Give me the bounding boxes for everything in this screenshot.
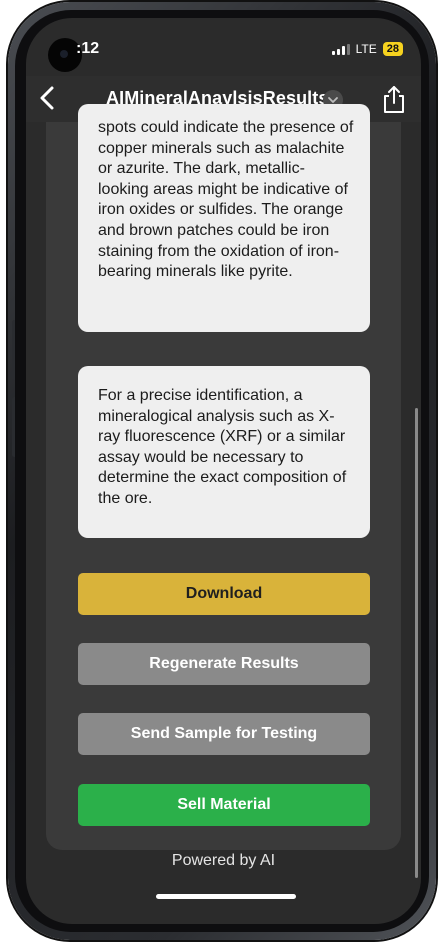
result-card: For a precise identification, a mineralo… [78,366,370,538]
send-sample-button[interactable]: Send Sample for Testing [78,713,370,755]
battery-icon: 28 [382,42,403,56]
signal-icon [331,43,350,55]
scrollbar[interactable] [415,408,418,878]
status-time: :12 [76,40,100,57]
back-chevron-icon[interactable] [36,84,60,112]
share-icon[interactable] [381,84,407,114]
regenerate-results-button[interactable]: Regenerate Results [78,643,370,685]
network-type: LTE [355,42,377,56]
result-card-text: spots could indicate the presence of cop… [98,119,354,281]
home-indicator[interactable] [156,894,296,899]
sell-material-button[interactable]: Sell Material [78,784,370,826]
download-button[interactable]: Download [78,573,370,615]
status-indicators: LTE 28 [331,42,403,56]
screen: :12 LTE 28 AIMineralAnaylsisResults spot… [26,18,421,924]
powered-by-label: Powered by AI [171,852,276,869]
result-card: spots could indicate the presence of cop… [78,104,370,332]
result-card-text: For a precise identification, a mineralo… [98,387,347,507]
status-bar: :12 LTE 28 [26,18,421,76]
results-panel[interactable]: spots could indicate the presence of cop… [46,104,401,850]
